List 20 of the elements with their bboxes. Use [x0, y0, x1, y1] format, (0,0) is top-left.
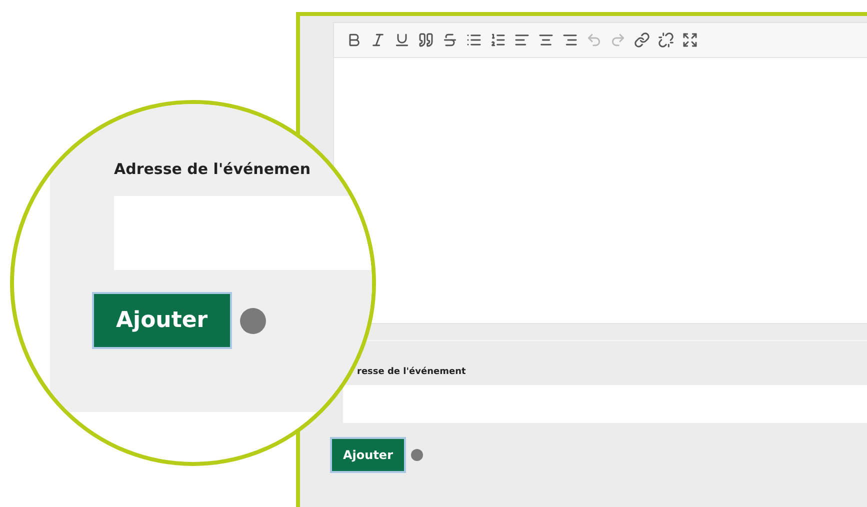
address-field[interactable]	[114, 196, 372, 270]
italic-icon[interactable]	[370, 32, 386, 48]
add-button[interactable]: Ajouter	[92, 292, 232, 349]
fullscreen-icon[interactable]	[682, 32, 698, 48]
align-right-icon[interactable]	[562, 32, 578, 48]
align-center-icon[interactable]	[538, 32, 554, 48]
field-label: Adresse de l'événemen	[114, 160, 312, 178]
quote-icon[interactable]	[418, 32, 434, 48]
link-icon[interactable]	[634, 32, 650, 48]
help-icon[interactable]	[410, 449, 423, 461]
address-field[interactable]	[343, 385, 867, 423]
bullets-icon[interactable]	[466, 32, 482, 48]
field-label: resse de l'événement	[357, 367, 467, 377]
align-left-icon[interactable]	[514, 32, 530, 48]
unlink-icon[interactable]	[658, 32, 674, 48]
numbers-icon[interactable]	[490, 32, 506, 48]
add-button[interactable]: Ajouter	[330, 437, 406, 473]
underline-icon[interactable]	[394, 32, 410, 48]
help-icon[interactable]	[240, 308, 266, 334]
strike-icon[interactable]	[442, 32, 458, 48]
